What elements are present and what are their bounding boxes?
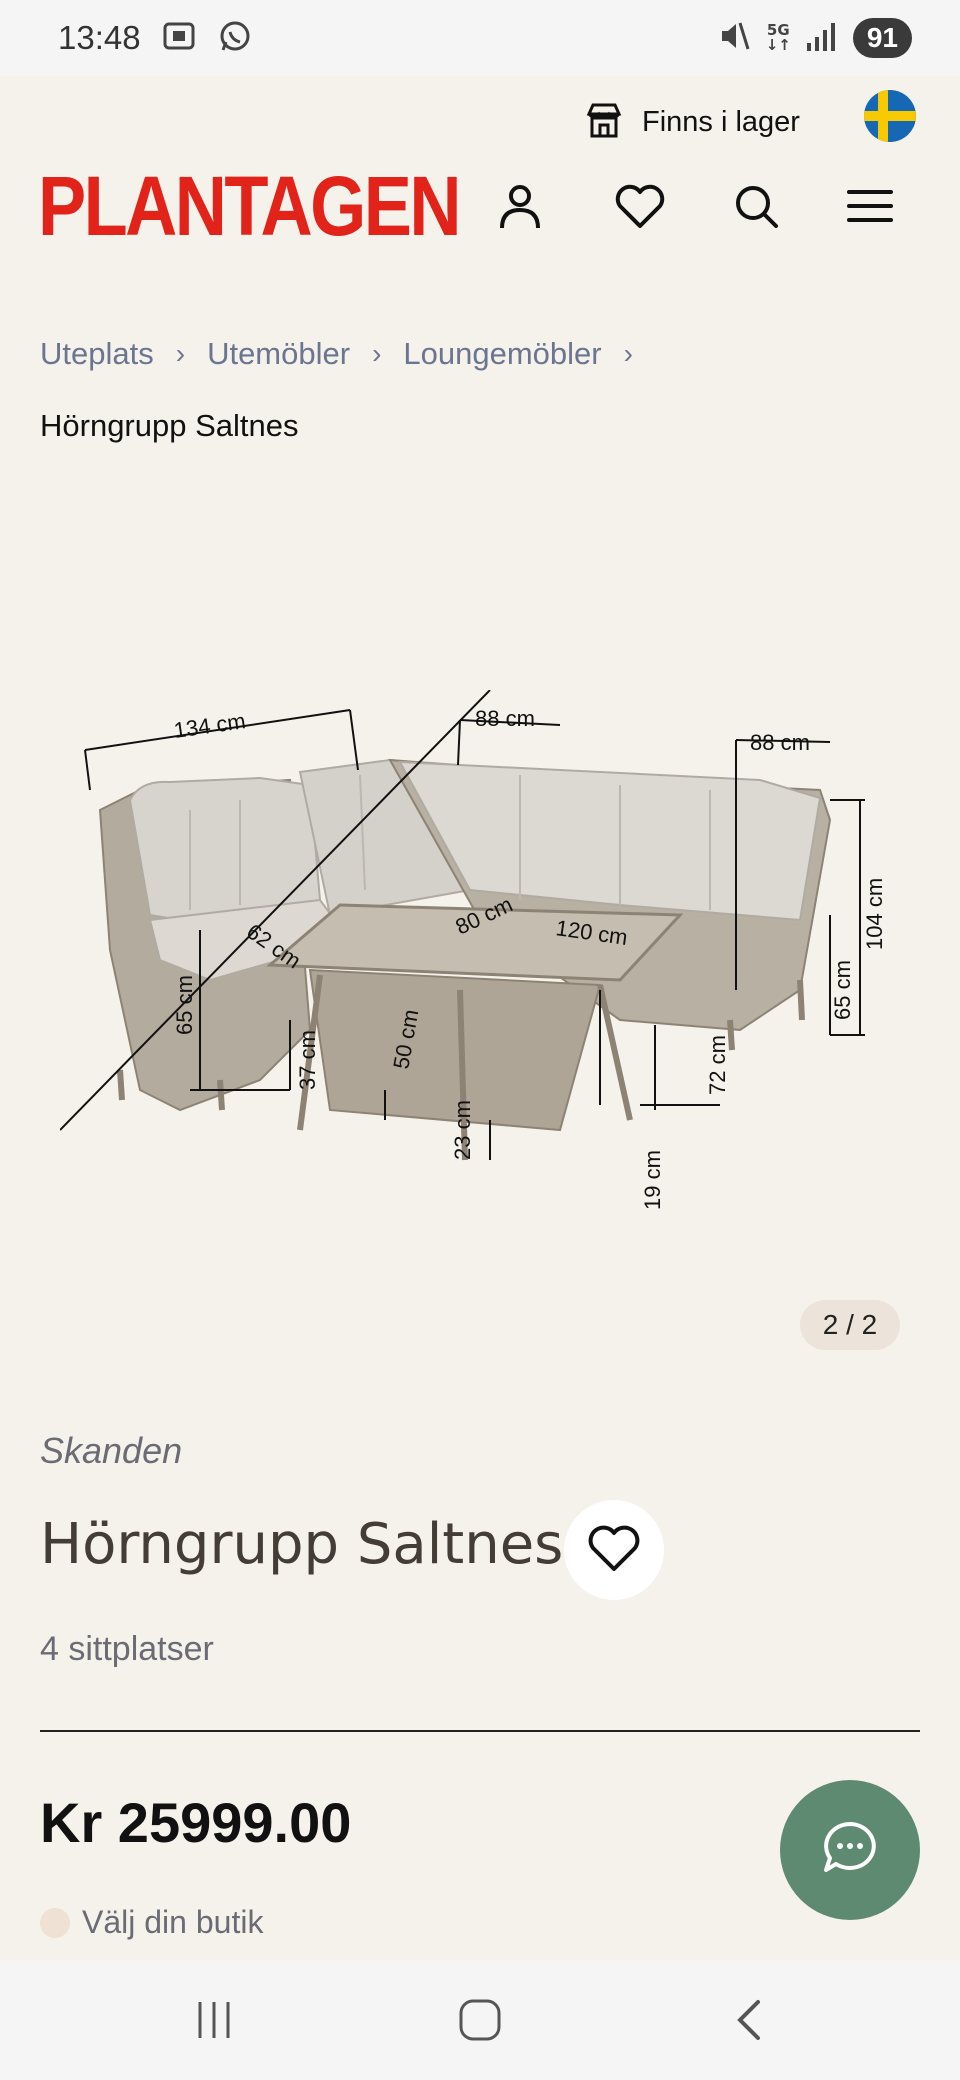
divider [40, 1730, 920, 1732]
search-icon[interactable] [728, 178, 784, 234]
account-icon[interactable] [492, 178, 548, 234]
screenshot-icon [161, 18, 197, 58]
svg-text:65 cm: 65 cm [830, 960, 855, 1020]
status-time: 13:48 [58, 19, 141, 56]
product-title: Hörngrupp Saltnes [40, 1512, 564, 1577]
stock-status[interactable]: Finns i lager [584, 100, 800, 144]
product-price: Kr 25999.00 [40, 1791, 352, 1854]
recent-apps-icon[interactable] [184, 1990, 244, 2050]
heart-icon [587, 1523, 641, 1577]
main-header: PLANTAGEN [0, 160, 960, 250]
plantagen-logo[interactable]: PLANTAGEN [38, 164, 461, 248]
stock-row: Finns i lager [0, 86, 960, 154]
network-5g-indicator: 5G ↓↑ [765, 21, 791, 54]
svg-text:37 cm: 37 cm [295, 1030, 320, 1090]
menu-icon[interactable] [842, 178, 898, 234]
status-bar: 13:48 5G ↓↑ 91 [0, 0, 960, 76]
image-counter: 2 / 2 [800, 1300, 900, 1350]
store-status-dot [40, 1907, 70, 1938]
seat-count: 4 sittplatser [40, 1630, 214, 1668]
svg-text:65 cm: 65 cm [172, 975, 197, 1035]
svg-text:23 cm: 23 cm [450, 1100, 475, 1160]
store-icon [584, 100, 624, 144]
back-icon[interactable] [720, 1990, 780, 2050]
breadcrumb-link-loungemobler[interactable]: Loungemöbler [403, 336, 601, 372]
svg-text:72 cm: 72 cm [705, 1035, 730, 1095]
stock-label: Finns i lager [642, 105, 800, 138]
battery-indicator: 91 [852, 18, 912, 58]
svg-text:104 cm: 104 cm [862, 878, 887, 950]
wishlist-heart-icon[interactable] [612, 178, 668, 234]
sweden-flag-icon[interactable] [864, 90, 916, 142]
whatsapp-icon [217, 18, 253, 58]
product-brand[interactable]: Skanden [40, 1430, 182, 1472]
system-navigation-bar [0, 1960, 960, 2080]
product-image[interactable]: 134 cm 88 cm 88 cm 104 cm 62 cm 80 cm 12… [59, 689, 900, 1230]
breadcrumb-link-utemobler[interactable]: Utemöbler [207, 336, 350, 372]
svg-text:88 cm: 88 cm [750, 730, 810, 755]
mute-icon [718, 19, 752, 57]
chevron-right-icon: › [175, 338, 186, 369]
signal-icon [805, 19, 839, 57]
home-icon[interactable] [450, 1990, 510, 2050]
store-prompt: Välj din butik [82, 1904, 264, 1940]
breadcrumb-link-uteplats[interactable]: Uteplats [40, 336, 154, 372]
choose-store-link[interactable]: Välj din butik [40, 1904, 263, 1941]
chevron-right-icon: › [372, 338, 382, 369]
svg-text:134 cm: 134 cm [172, 708, 247, 743]
breadcrumb: Uteplats › Utemöbler › Loungemöbler › [40, 336, 655, 372]
chat-bubble-icon [820, 1818, 880, 1882]
chat-button[interactable] [780, 1780, 920, 1920]
svg-text:19 cm: 19 cm [640, 1150, 665, 1210]
add-to-favorites-button[interactable] [564, 1500, 664, 1600]
breadcrumb-current: Hörngrupp Saltnes [40, 408, 299, 443]
chevron-right-icon: › [623, 338, 633, 369]
svg-text:88 cm: 88 cm [475, 706, 535, 731]
